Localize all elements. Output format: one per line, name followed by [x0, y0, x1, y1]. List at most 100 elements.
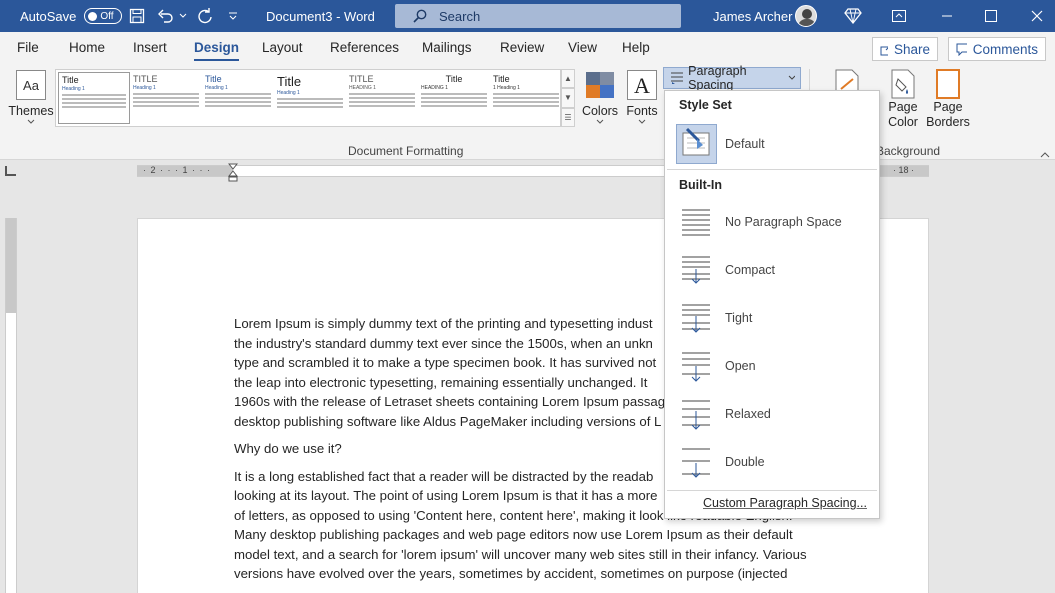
- autosave-toggle[interactable]: Off: [84, 8, 123, 24]
- tab-home[interactable]: Home: [69, 40, 105, 55]
- tab-selector[interactable]: [5, 166, 16, 176]
- text-line: the leap into electronic typesetting, re…: [234, 374, 648, 390]
- text-line: Why do we use it?: [234, 441, 342, 456]
- maximize-button[interactable]: [985, 0, 997, 32]
- ribbon-display-button[interactable]: [892, 0, 906, 32]
- thumb-heading: Heading 1: [205, 85, 228, 91]
- tab-help[interactable]: Help: [622, 40, 650, 55]
- style-thumb[interactable]: Title Heading 1: [274, 72, 346, 124]
- text-line: Many desktop publishing packages and web…: [234, 527, 793, 542]
- search-placeholder: Search: [439, 8, 481, 24]
- page-borders-button[interactable]: Page Borders: [926, 69, 970, 130]
- style-set-header: Style Set: [679, 98, 732, 112]
- no-paragraph-space-label: No Paragraph Space: [725, 215, 842, 229]
- style-thumb[interactable]: Title HEADING 1: [418, 72, 490, 124]
- menu-item-default[interactable]: Default: [665, 122, 879, 166]
- style-thumb[interactable]: TITLE Heading 1: [130, 72, 202, 124]
- tab-view[interactable]: View: [568, 40, 597, 55]
- themes-icon: Aa: [16, 70, 46, 100]
- tab-file[interactable]: File: [17, 40, 39, 55]
- tab-insert[interactable]: Insert: [133, 40, 167, 55]
- gallery-down-button[interactable]: ▼: [561, 88, 575, 108]
- builtin-header: Built-In: [679, 178, 723, 192]
- custom-paragraph-spacing-button[interactable]: Custom Paragraph Spacing...: [703, 496, 867, 510]
- page-color-button[interactable]: Page Color: [882, 69, 924, 130]
- ruler-right-number: · 18 ·: [893, 165, 915, 175]
- vertical-ruler[interactable]: [5, 218, 17, 593]
- gallery-up-button[interactable]: ▲: [561, 69, 575, 89]
- collapse-ribbon-button[interactable]: [1040, 146, 1050, 161]
- thumb-title: Title: [277, 74, 302, 89]
- thumb-title: Title: [445, 74, 463, 84]
- customize-icon: [229, 12, 237, 20]
- colors-button[interactable]: Colors: [582, 70, 618, 125]
- relaxed-label: Relaxed: [725, 407, 771, 421]
- chevron-down-icon: [788, 75, 795, 80]
- autosave-state: Off: [100, 10, 114, 22]
- style-thumb[interactable]: Title 1 Heading 1: [490, 72, 562, 124]
- gallery-more-button[interactable]: ☰: [561, 107, 575, 127]
- menu-item-tight[interactable]: Tight: [665, 296, 879, 340]
- chevron-down-icon: [596, 119, 604, 124]
- themes-icon-text: Aa: [23, 77, 39, 93]
- user-avatar-button[interactable]: [795, 0, 817, 32]
- undo-dropdown[interactable]: [179, 0, 187, 32]
- share-label: Share: [893, 41, 930, 57]
- indent-marker-icon[interactable]: [228, 163, 238, 187]
- fonts-button[interactable]: A Fonts: [624, 70, 660, 125]
- style-thumb[interactable]: Title Heading 1: [202, 72, 274, 124]
- text-line: type and scrambled it to make a type spe…: [234, 355, 657, 370]
- save-button[interactable]: [129, 0, 145, 32]
- text-line: desktop publishing software like Aldus P…: [234, 413, 662, 429]
- menu-item-double[interactable]: Double: [665, 440, 879, 484]
- comment-icon: [956, 43, 967, 56]
- fonts-label: Fonts: [626, 104, 658, 118]
- search-box[interactable]: Search: [395, 4, 681, 28]
- style-thumb[interactable]: TITLE HEADING 1: [346, 72, 418, 124]
- autosave-label: AutoSave: [20, 8, 77, 24]
- autosave-control[interactable]: AutoSave Off: [20, 0, 123, 32]
- ribbon: Aa Themes Title Heading 1 TITLE Heading …: [0, 65, 1055, 160]
- share-button[interactable]: Share: [872, 37, 938, 61]
- tab-review[interactable]: Review: [500, 40, 544, 55]
- menu-item-open[interactable]: Open: [665, 344, 879, 388]
- tab-mailings[interactable]: Mailings: [422, 40, 472, 55]
- chevron-down-icon: [638, 119, 646, 124]
- tab-layout[interactable]: Layout: [262, 40, 303, 55]
- thumb-heading: Heading 1: [62, 86, 85, 92]
- tab-references[interactable]: References: [330, 40, 399, 55]
- menu-item-relaxed[interactable]: Relaxed: [665, 392, 879, 436]
- undo-button[interactable]: [157, 0, 175, 32]
- page-color-icon: [891, 69, 915, 99]
- undo-icon: [158, 9, 173, 23]
- paragraph-spacing-button[interactable]: Paragraph Spacing: [663, 64, 801, 92]
- open-spacing-icon: [682, 352, 710, 382]
- thumb-title: Title: [493, 74, 510, 84]
- comments-button[interactable]: Comments: [948, 37, 1046, 61]
- themes-button[interactable]: Aa Themes: [8, 70, 54, 125]
- fonts-icon: A: [627, 70, 657, 100]
- document-title: Document3 - Word: [266, 8, 375, 24]
- chevron-down-icon: [179, 13, 187, 18]
- customize-qat-button[interactable]: [228, 0, 238, 32]
- paragraph-spacing-menu: Style Set Default Built-In No Paragraph …: [664, 90, 880, 519]
- redo-button[interactable]: [196, 0, 214, 32]
- close-button[interactable]: [1031, 0, 1043, 32]
- fonts-icon-text: A: [634, 72, 650, 98]
- paragraph-spacing-label: Paragraph Spacing: [688, 64, 747, 92]
- minimize-button[interactable]: [941, 0, 953, 32]
- title-bar: AutoSave Off Document3 - Word Search Jam…: [0, 0, 1055, 32]
- menu-item-no-paragraph-space[interactable]: No Paragraph Space: [665, 200, 879, 244]
- maximize-icon: [985, 10, 997, 22]
- menu-item-compact[interactable]: Compact: [665, 248, 879, 292]
- thumb-title: Title: [205, 74, 222, 84]
- page-borders-icon: [936, 69, 960, 99]
- tab-design[interactable]: Design: [194, 40, 240, 61]
- themes-label: Themes: [8, 104, 54, 118]
- style-thumb[interactable]: Title Heading 1: [58, 72, 130, 124]
- open-label: Open: [725, 359, 756, 373]
- thumb-title: TITLE: [349, 74, 374, 84]
- text-line: the industry's standard dummy text ever …: [234, 335, 653, 351]
- diamond-button[interactable]: [844, 0, 862, 32]
- text-line: model text, and a search for 'lorem ipsu…: [234, 546, 807, 562]
